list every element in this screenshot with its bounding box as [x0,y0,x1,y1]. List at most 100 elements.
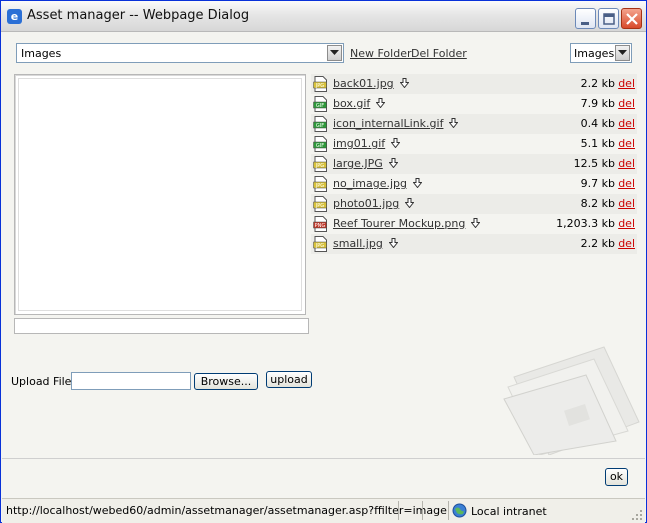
file-name: Reef Tourer Mockup.png [333,217,466,230]
png-file-icon: PNG [313,216,327,232]
file-size: 9.7 kb [580,177,615,190]
download-arrow-icon[interactable] [449,118,459,128]
jpg-file-icon: JPG [313,156,327,172]
download-arrow-icon[interactable] [405,198,415,208]
close-button[interactable] [621,8,642,29]
svg-text:JPG: JPG [315,203,324,209]
download-arrow-icon[interactable] [412,178,422,188]
file-row[interactable]: GIF icon_internalLink.gif 0.4 kb del [311,114,637,134]
upload-file-input[interactable] [71,372,191,390]
maximize-icon [603,13,615,25]
delete-file-link[interactable]: del [618,177,635,190]
file-name-link[interactable]: box.gif [333,97,370,110]
file-name-link[interactable]: large.JPG [333,157,383,170]
file-name-link[interactable]: Reef Tourer Mockup.png [333,217,465,230]
status-bar: http://localhost/webed60/admin/assetmana… [2,498,645,523]
file-name: box.gif [333,97,371,110]
footer-divider [2,458,645,459]
file-size: 0.4 kb [580,117,615,130]
folder-watermark-icon [503,346,640,455]
file-name-link[interactable]: small.jpg [333,237,383,250]
file-name: back01.jpg [333,77,394,90]
download-arrow-icon[interactable] [388,238,398,248]
delete-file-link[interactable]: del [618,157,635,170]
svg-text:PNG: PNG [315,223,326,229]
delete-file-link[interactable]: del [618,197,635,210]
file-row[interactable]: JPG back01.jpg 2.2 kb del [311,74,637,94]
file-row[interactable]: GIF img01.gif 5.1 kb del [311,134,637,154]
gif-file-icon: GIF [313,116,327,132]
delete-file-link[interactable]: del [618,77,635,90]
file-size: 2.2 kb [580,237,615,250]
jpg-file-icon: JPG [313,236,327,252]
gif-file-icon: GIF [313,96,327,112]
svg-text:GIF: GIF [316,143,324,149]
ie-icon: e [7,9,22,24]
file-size: 12.5 kb [573,157,615,170]
dialog-window: e Asset manager -- Webpage Dialog Images… [0,0,647,523]
file-row[interactable]: JPG no_image.jpg 9.7 kb del [311,174,637,194]
gif-file-icon: GIF [313,136,327,152]
file-row[interactable]: PNG Reef Tourer Mockup.png 1,203.3 kb del [311,214,637,234]
globe-icon [452,503,467,518]
svg-text:JPG: JPG [315,163,324,169]
status-url: http://localhost/webed60/admin/assetmana… [6,504,447,517]
jpg-file-icon: JPG [313,76,327,92]
selected-file-field[interactable] [14,318,309,334]
file-row[interactable]: JPG small.jpg 2.2 kb del [311,234,637,254]
delete-file-link[interactable]: del [618,117,635,130]
title-bar[interactable]: e Asset manager -- Webpage Dialog [1,1,646,32]
status-separator [448,501,449,520]
svg-text:JPG: JPG [315,243,324,249]
delete-file-link[interactable]: del [618,217,635,230]
del-folder-link[interactable]: Del Folder [411,47,467,60]
folder-dropdown-button[interactable] [327,45,342,61]
download-arrow-icon[interactable] [376,98,386,108]
file-row[interactable]: JPG photo01.jpg 8.2 kb del [311,194,637,214]
download-arrow-icon[interactable] [388,158,398,168]
download-arrow-icon[interactable] [391,138,401,148]
file-name-link[interactable]: icon_internalLink.gif [333,117,443,130]
minimize-icon [581,22,589,25]
upload-button[interactable]: upload [266,371,312,388]
minimize-button[interactable] [575,8,596,29]
browse-button[interactable]: Browse... [194,373,258,390]
filter-dropdown-button[interactable] [615,45,630,61]
file-name-link[interactable]: img01.gif [333,137,385,150]
delete-file-link[interactable]: del [618,237,635,250]
download-arrow-icon[interactable] [471,218,481,228]
chevron-down-icon [330,50,339,55]
maximize-button[interactable] [598,8,619,29]
jpg-file-icon: JPG [313,196,327,212]
folder-select[interactable]: Images [16,43,344,63]
close-icon [626,13,638,25]
file-size: 2.2 kb [580,77,615,90]
file-name-link[interactable]: no_image.jpg [333,177,407,190]
new-folder-link[interactable]: New Folder [350,47,411,60]
resize-grip-icon[interactable] [631,509,643,521]
file-name: img01.gif [333,137,386,150]
jpg-file-icon: JPG [313,176,327,192]
file-name: no_image.jpg [333,177,407,190]
status-separator [422,501,423,520]
svg-text:JPG: JPG [315,183,324,189]
file-name-link[interactable]: back01.jpg [333,77,394,90]
file-name: large.JPG [333,157,383,170]
file-name-link[interactable]: photo01.jpg [333,197,399,210]
file-filter-select[interactable]: Images [570,43,632,63]
window-title: Asset manager -- Webpage Dialog [27,8,250,23]
folder-select-value: Images [21,47,62,60]
delete-file-link[interactable]: del [618,137,635,150]
file-row[interactable]: JPG large.JPG 12.5 kb del [311,154,637,174]
ok-button[interactable]: ok [605,468,628,486]
file-name: icon_internalLink.gif [333,117,444,130]
svg-text:JPG: JPG [315,83,324,89]
file-row[interactable]: GIF box.gif 7.9 kb del [311,94,637,114]
delete-file-link[interactable]: del [618,97,635,110]
file-size: 5.1 kb [580,137,615,150]
file-size: 1,203.3 kb [556,217,615,230]
zone-label: Local intranet [471,505,547,518]
download-arrow-icon[interactable] [399,78,409,88]
svg-text:GIF: GIF [316,103,324,109]
file-size: 7.9 kb [580,97,615,110]
